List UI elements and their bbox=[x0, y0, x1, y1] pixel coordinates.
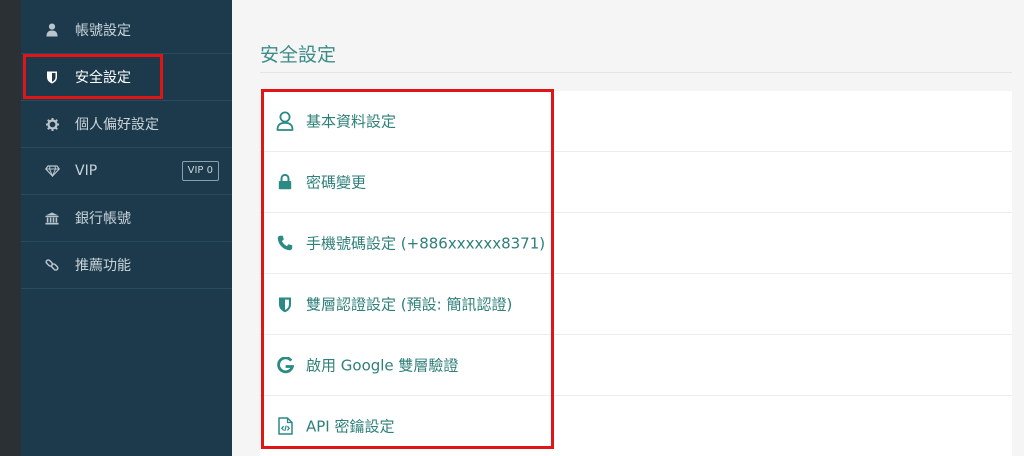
link-icon bbox=[44, 257, 60, 273]
lock-icon bbox=[275, 172, 295, 192]
setting-label: 密碼變更 bbox=[306, 173, 367, 192]
sidebar-item-bank-account[interactable]: 銀行帳號 bbox=[21, 195, 232, 242]
sidebar-item-vip[interactable]: VIP VIP 0 bbox=[21, 148, 232, 195]
setting-label: 手機號碼設定 (+886xxxxxx8371) bbox=[306, 234, 546, 253]
sidebar-item-label: 安全設定 bbox=[75, 70, 131, 86]
setting-label: API 密鑰設定 bbox=[306, 417, 395, 436]
vip-level-badge: VIP 0 bbox=[181, 161, 219, 181]
page-title: 安全設定 bbox=[260, 44, 337, 66]
setting-label: 啟用 Google 雙層驗證 bbox=[306, 356, 459, 375]
setting-label: 雙層認證設定 (預設: 簡訊認證) bbox=[306, 295, 513, 314]
setting-basic-info[interactable]: 基本資料設定 bbox=[260, 91, 1012, 152]
setting-phone-number[interactable]: 手機號碼設定 (+886xxxxxx8371) bbox=[260, 213, 1012, 274]
setting-google-2fa[interactable]: 啟用 Google 雙層驗證 bbox=[260, 335, 1012, 396]
shield-icon bbox=[44, 69, 60, 85]
gear-icon bbox=[44, 116, 60, 132]
bank-icon bbox=[44, 210, 60, 226]
setting-api-key[interactable]: API 密鑰設定 bbox=[260, 396, 1012, 456]
left-edge-strip bbox=[0, 0, 21, 456]
user-outline-icon bbox=[275, 111, 295, 131]
shield-icon bbox=[275, 294, 295, 314]
sidebar-item-label: 推薦功能 bbox=[75, 258, 131, 274]
setting-change-password[interactable]: 密碼變更 bbox=[260, 152, 1012, 213]
sidebar-item-account-settings[interactable]: 帳號設定 bbox=[21, 7, 232, 54]
sidebar-item-security-settings[interactable]: 安全設定 bbox=[21, 54, 232, 101]
main-content: 安全設定 基本資料設定 密碼變更 手機號碼設定 (+886xxxxxx8371) bbox=[232, 0, 1024, 456]
title-divider bbox=[260, 72, 1012, 73]
settings-list: 基本資料設定 密碼變更 手機號碼設定 (+886xxxxxx8371) 雙層認證… bbox=[260, 91, 1012, 456]
user-icon bbox=[44, 22, 60, 38]
app-window: 帳號設定 安全設定 個人偏好設定 VIP VIP 0 銀行帳號 推薦功能 安全設… bbox=[0, 0, 1024, 456]
google-icon bbox=[275, 355, 295, 375]
sidebar-item-label: 帳號設定 bbox=[75, 23, 131, 39]
sidebar: 帳號設定 安全設定 個人偏好設定 VIP VIP 0 銀行帳號 推薦功能 bbox=[21, 0, 232, 456]
setting-two-factor-auth[interactable]: 雙層認證設定 (預設: 簡訊認證) bbox=[260, 274, 1012, 335]
diamond-icon bbox=[44, 163, 60, 179]
sidebar-item-label: 銀行帳號 bbox=[75, 211, 131, 227]
setting-label: 基本資料設定 bbox=[306, 112, 397, 131]
sidebar-item-label: 個人偏好設定 bbox=[75, 117, 159, 133]
sidebar-item-label: VIP bbox=[75, 163, 98, 179]
phone-icon bbox=[275, 233, 295, 253]
code-file-icon bbox=[275, 416, 295, 436]
sidebar-item-referral[interactable]: 推薦功能 bbox=[21, 242, 232, 289]
sidebar-item-preferences[interactable]: 個人偏好設定 bbox=[21, 101, 232, 148]
